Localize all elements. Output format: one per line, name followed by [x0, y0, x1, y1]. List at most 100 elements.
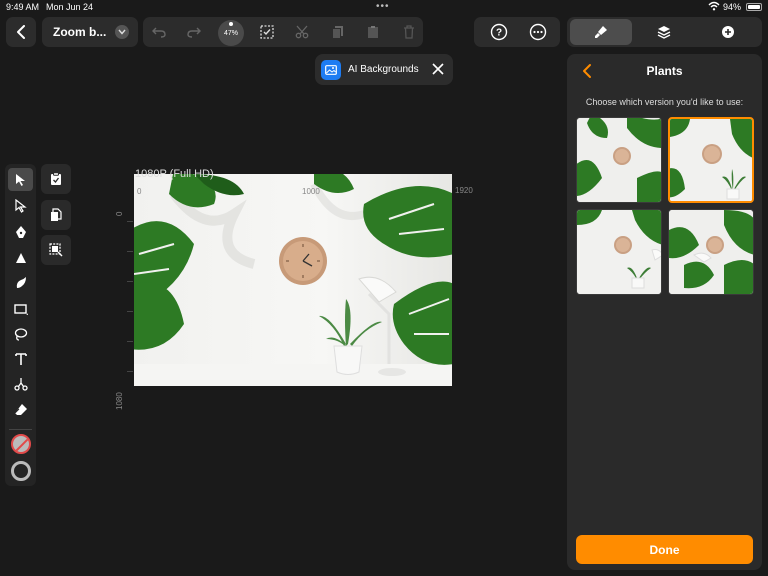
- ruler-v-label: 1080: [115, 392, 124, 410]
- select-all-icon: [260, 25, 274, 39]
- zoom-level-button[interactable]: 47%: [218, 20, 244, 46]
- copy-icon: [332, 26, 343, 39]
- plants-option-1-image: [577, 118, 661, 202]
- paste-into-icon: [51, 172, 61, 185]
- toolbar-divider: [9, 429, 32, 430]
- plants-option-2-image: [670, 119, 752, 201]
- zoom-level: 47%: [223, 29, 238, 37]
- tool-text[interactable]: [8, 347, 33, 370]
- brush-icon: [595, 26, 607, 38]
- done-button[interactable]: Done: [576, 535, 753, 564]
- help-button[interactable]: ?: [488, 21, 510, 43]
- battery-percent: 94%: [723, 2, 742, 12]
- select-all-button[interactable]: [255, 20, 279, 44]
- ruler-v-label: 0: [115, 211, 124, 216]
- close-icon[interactable]: [431, 62, 445, 76]
- document-title: Zoom b...: [53, 25, 107, 39]
- back-button[interactable]: [6, 17, 36, 47]
- paste-into-button[interactable]: [41, 164, 71, 194]
- image-select-icon: [49, 243, 63, 257]
- ruler-tick: [127, 251, 133, 252]
- ai-backgrounds-pill[interactable]: AI Backgrounds: [315, 54, 453, 85]
- tools-sidebar: [5, 164, 36, 486]
- tab-add[interactable]: [697, 19, 759, 45]
- edit-toolbar: 47%: [143, 17, 423, 47]
- panel-subtitle: Choose which version you'd like to use:: [585, 97, 744, 107]
- plants-option-4-image: [669, 210, 753, 294]
- image-select-button[interactable]: [41, 235, 71, 265]
- pointer-icon: [15, 173, 25, 186]
- ruler-h-label: 1000: [302, 187, 320, 196]
- battery-icon: [746, 3, 762, 11]
- ruler-tick: [127, 221, 133, 222]
- ai-backgrounds-icon: [321, 59, 341, 80]
- tool-pen[interactable]: [8, 220, 33, 243]
- panel-title: Plants: [646, 64, 683, 78]
- ai-backgrounds-label: AI Backgrounds: [348, 64, 419, 75]
- brush-icon: [16, 276, 26, 288]
- cut-button[interactable]: [290, 20, 314, 44]
- tool-lasso[interactable]: [8, 322, 33, 345]
- more-button[interactable]: [527, 21, 549, 43]
- ruler-tick: [127, 311, 133, 312]
- stroke-color-swatch[interactable]: [11, 461, 31, 481]
- eraser-icon: [14, 403, 27, 415]
- copy-button[interactable]: [326, 20, 350, 44]
- copy-style-icon: [51, 208, 62, 221]
- vertical-ruler: 0 1080: [112, 200, 134, 410]
- chevron-down-icon: [115, 25, 129, 39]
- ruler-h-label: 0: [137, 187, 142, 196]
- scissors-icon: [13, 377, 28, 391]
- status-date: Mon Jun 24: [46, 2, 94, 12]
- redo-button[interactable]: [182, 20, 206, 44]
- copy-style-button[interactable]: [41, 200, 71, 230]
- tab-style[interactable]: [570, 19, 632, 45]
- svg-text:?: ?: [496, 28, 502, 39]
- ruler-h-end-label: 1920: [455, 186, 473, 195]
- plants-option-4[interactable]: [668, 209, 754, 295]
- ruler-tick: [127, 341, 133, 342]
- pen-icon: [15, 225, 26, 238]
- multitasking-dots[interactable]: •••: [376, 1, 390, 12]
- help-icon: ?: [490, 23, 508, 41]
- tool-rectangle[interactable]: [8, 297, 33, 320]
- direct-select-icon: [14, 198, 27, 213]
- artboard-image[interactable]: [134, 174, 452, 386]
- lasso-icon: [14, 327, 27, 341]
- tool-direct-select[interactable]: [8, 194, 33, 217]
- anchor-icon: [15, 252, 26, 263]
- delete-button[interactable]: [397, 20, 421, 44]
- plants-option-2[interactable]: [668, 117, 754, 203]
- plants-option-1[interactable]: [576, 117, 662, 203]
- chevron-left-icon: [17, 25, 25, 39]
- plants-option-3[interactable]: [576, 209, 662, 295]
- plants-background-illustration: [134, 174, 452, 386]
- ruler-tick: [127, 371, 133, 372]
- tool-brush[interactable]: [8, 271, 33, 294]
- tool-scissors[interactable]: [8, 372, 33, 395]
- redo-icon: [187, 27, 201, 38]
- panel-tabs: [567, 17, 762, 47]
- wifi-icon: [708, 1, 720, 11]
- undo-icon: [152, 27, 166, 38]
- text-icon: [14, 352, 27, 365]
- document-title-button[interactable]: Zoom b...: [42, 17, 138, 47]
- layers-icon: [657, 26, 671, 39]
- more-icon: [529, 23, 547, 41]
- rectangle-icon: [13, 303, 28, 315]
- artboard-label: 1080P (Full HD): [135, 168, 214, 180]
- paste-button[interactable]: [361, 20, 385, 44]
- status-time: 9:49 AM: [6, 2, 40, 12]
- status-bar: 9:49 AM Mon Jun 24 ••• 94%: [0, 0, 768, 14]
- scissors-icon: [295, 25, 309, 39]
- fill-color-swatch[interactable]: [11, 434, 31, 454]
- tool-anchor[interactable]: [8, 246, 33, 269]
- tool-eraser[interactable]: [8, 397, 33, 420]
- tool-select[interactable]: [8, 168, 33, 191]
- tab-layers[interactable]: [633, 19, 695, 45]
- horizontal-ruler: 0 1000: [134, 185, 452, 197]
- ruler-tick: [127, 281, 133, 282]
- help-more-group: ?: [474, 17, 560, 47]
- context-toolbar: [41, 164, 71, 265]
- undo-button[interactable]: [147, 20, 171, 44]
